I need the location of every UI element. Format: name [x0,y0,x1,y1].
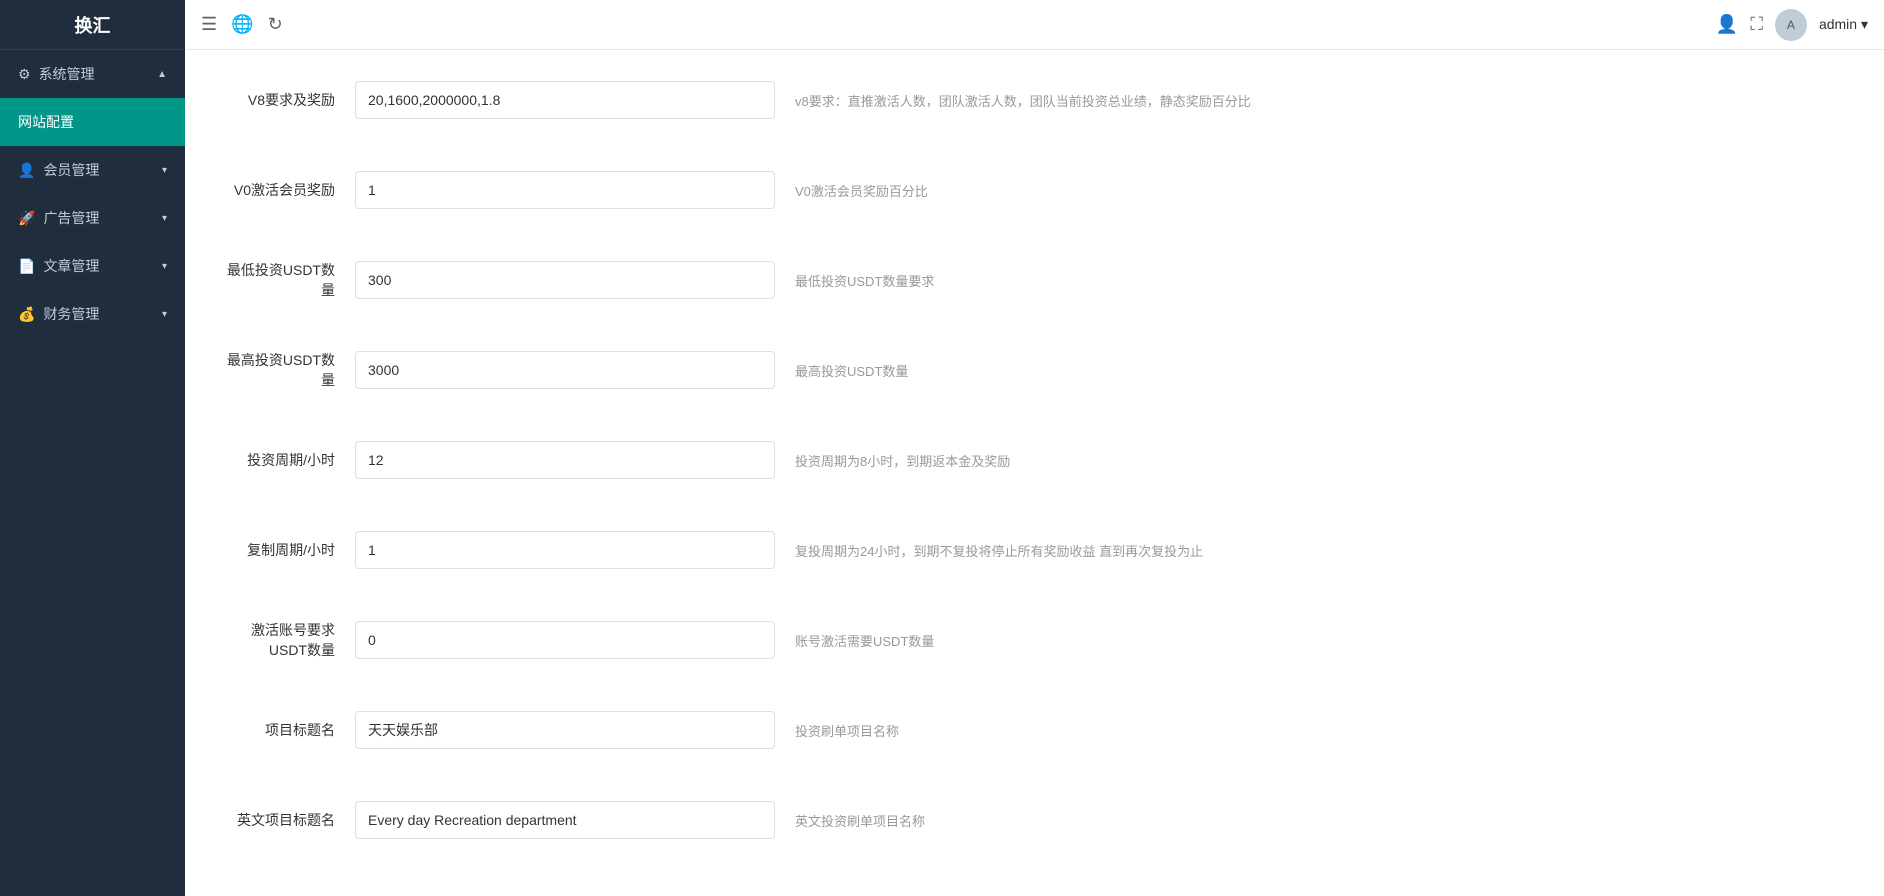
chevron-down-icon-ads: ▾ [162,213,167,224]
avatar: A [1775,9,1807,41]
label-min-invest: 最低投资USDT数量 [215,260,355,300]
finance-icon: 💰 [18,306,35,323]
user-settings-icon[interactable]: 👤 [1716,14,1738,35]
content-area: V8要求及奖励 v8要求：直推激活人数，团队激活人数，团队当前投资总业绩，静态奖… [185,50,1884,896]
hint-max-invest: 最高投资USDT数量 [775,361,1815,380]
label-v8-reward: V8要求及奖励 [215,90,355,110]
gear-icon: ⚙ [18,66,31,83]
form-row-project-title-en: 英文项目标题名 英文投资刷单项目名称 [215,790,1815,850]
input-invest-cycle[interactable] [355,441,775,479]
form-row-re-invest-cycle: 复制周期/小时 复投周期为24小时，到期不复投将停止所有奖励收益 直到再次复投为… [215,520,1815,580]
sidebar-item-ads[interactable]: 🚀 广告管理 ▾ [0,194,185,242]
hint-min-invest: 最低投资USDT数量要求 [775,271,1815,290]
input-wrap-re-invest-cycle [355,531,775,569]
sidebar-item-label-ads: 广告管理 [43,208,99,228]
hint-project-title: 投资刷单项目名称 [775,721,1815,740]
label-project-title: 项目标题名 [215,720,355,740]
form-row-max-invest: 最高投资USDT数量 最高投资USDT数量 [215,340,1815,400]
chevron-down-icon-member: ▾ [162,165,167,176]
form-row-project-title: 项目标题名 投资刷单项目名称 [215,700,1815,760]
input-project-title[interactable] [355,711,775,749]
chevron-down-icon-article: ▾ [162,261,167,272]
input-wrap-invest-cycle [355,441,775,479]
label-max-invest: 最高投资USDT数量 [215,350,355,390]
form-section: V8要求及奖励 v8要求：直推激活人数，团队激活人数，团队当前投资总业绩，静态奖… [215,70,1815,850]
app-logo: 换汇 [0,0,185,50]
input-wrap-v0-reward [355,171,775,209]
input-wrap-project-title-en [355,801,775,839]
input-wrap-v8-reward [355,81,775,119]
main-container: ☰ 🌐 ↻ 👤 ⛶ A admin ▾ V8要求及奖励 v8要求：直推激活人数，… [185,0,1884,896]
ads-icon: 🚀 [18,210,35,227]
sidebar-item-label-article: 文章管理 [43,256,99,276]
input-min-invest[interactable] [355,261,775,299]
form-row-activate-usdt: 激活账号要求USDT数量 账号激活需要USDT数量 [215,610,1815,670]
refresh-icon[interactable]: ↻ [268,14,283,35]
fullscreen-icon[interactable]: ⛶ [1750,14,1763,35]
input-v8-reward[interactable] [355,81,775,119]
label-project-title-en: 英文项目标题名 [215,810,355,830]
form-row-v0-reward: V0激活会员奖励 V0激活会员奖励百分比 [215,160,1815,220]
sidebar-item-label-member: 会员管理 [43,160,99,180]
input-max-invest[interactable] [355,351,775,389]
label-re-invest-cycle: 复制周期/小时 [215,540,355,560]
sidebar-item-website[interactable]: 网站配置 [0,98,185,146]
hint-v0-reward: V0激活会员奖励百分比 [775,181,1815,200]
input-re-invest-cycle[interactable] [355,531,775,569]
sidebar-item-finance[interactable]: 💰 财务管理 ▾ [0,290,185,338]
sidebar-item-member[interactable]: 👤 会员管理 ▾ [0,146,185,194]
chevron-up-icon: ▲ [157,69,167,80]
article-icon: 📄 [18,258,35,275]
input-activate-usdt[interactable] [355,621,775,659]
user-icon: 👤 [18,162,35,179]
header-right: 👤 ⛶ A admin ▾ [1716,9,1868,41]
header-left: ☰ 🌐 ↻ [201,14,283,35]
form-row-invest-cycle: 投资周期/小时 投资周期为8小时，到期返本金及奖励 [215,430,1815,490]
input-project-title-en[interactable] [355,801,775,839]
sidebar-item-system[interactable]: ⚙ 系统管理 ▲ [0,50,185,98]
input-wrap-project-title [355,711,775,749]
sidebar-item-label-finance: 财务管理 [43,304,99,324]
input-wrap-activate-usdt [355,621,775,659]
hint-v8-reward: v8要求：直推激活人数，团队激活人数，团队当前投资总业绩，静态奖励百分比 [775,91,1815,110]
label-invest-cycle: 投资周期/小时 [215,450,355,470]
hint-project-title-en: 英文投资刷单项目名称 [775,811,1815,830]
menu-icon[interactable]: ☰ [201,14,217,35]
hint-invest-cycle: 投资周期为8小时，到期返本金及奖励 [775,451,1815,470]
admin-label[interactable]: admin ▾ [1819,16,1868,33]
hint-re-invest-cycle: 复投周期为24小时，到期不复投将停止所有奖励收益 直到再次复投为止 [775,541,1815,560]
input-v0-reward[interactable] [355,171,775,209]
hint-activate-usdt: 账号激活需要USDT数量 [775,631,1815,650]
input-wrap-max-invest [355,351,775,389]
form-row-min-invest: 最低投资USDT数量 最低投资USDT数量要求 [215,250,1815,310]
input-wrap-min-invest [355,261,775,299]
footer-actions: 💾 保存 [215,880,1854,896]
website-label: 网站配置 [18,112,74,132]
label-v0-reward: V0激活会员奖励 [215,180,355,200]
form-row-v8-reward: V8要求及奖励 v8要求：直推激活人数，团队激活人数，团队当前投资总业绩，静态奖… [215,70,1815,130]
chevron-down-icon-finance: ▾ [162,309,167,320]
globe-icon[interactable]: 🌐 [231,14,253,35]
header: ☰ 🌐 ↻ 👤 ⛶ A admin ▾ [185,0,1884,50]
sidebar: 换汇 ⚙ 系统管理 ▲ 网站配置 👤 会员管理 ▾ 🚀 广告管理 ▾ 📄 文章管… [0,0,185,896]
label-activate-usdt: 激活账号要求USDT数量 [215,620,355,660]
sidebar-item-article[interactable]: 📄 文章管理 ▾ [0,242,185,290]
sidebar-item-label-system: 系统管理 [39,64,95,84]
